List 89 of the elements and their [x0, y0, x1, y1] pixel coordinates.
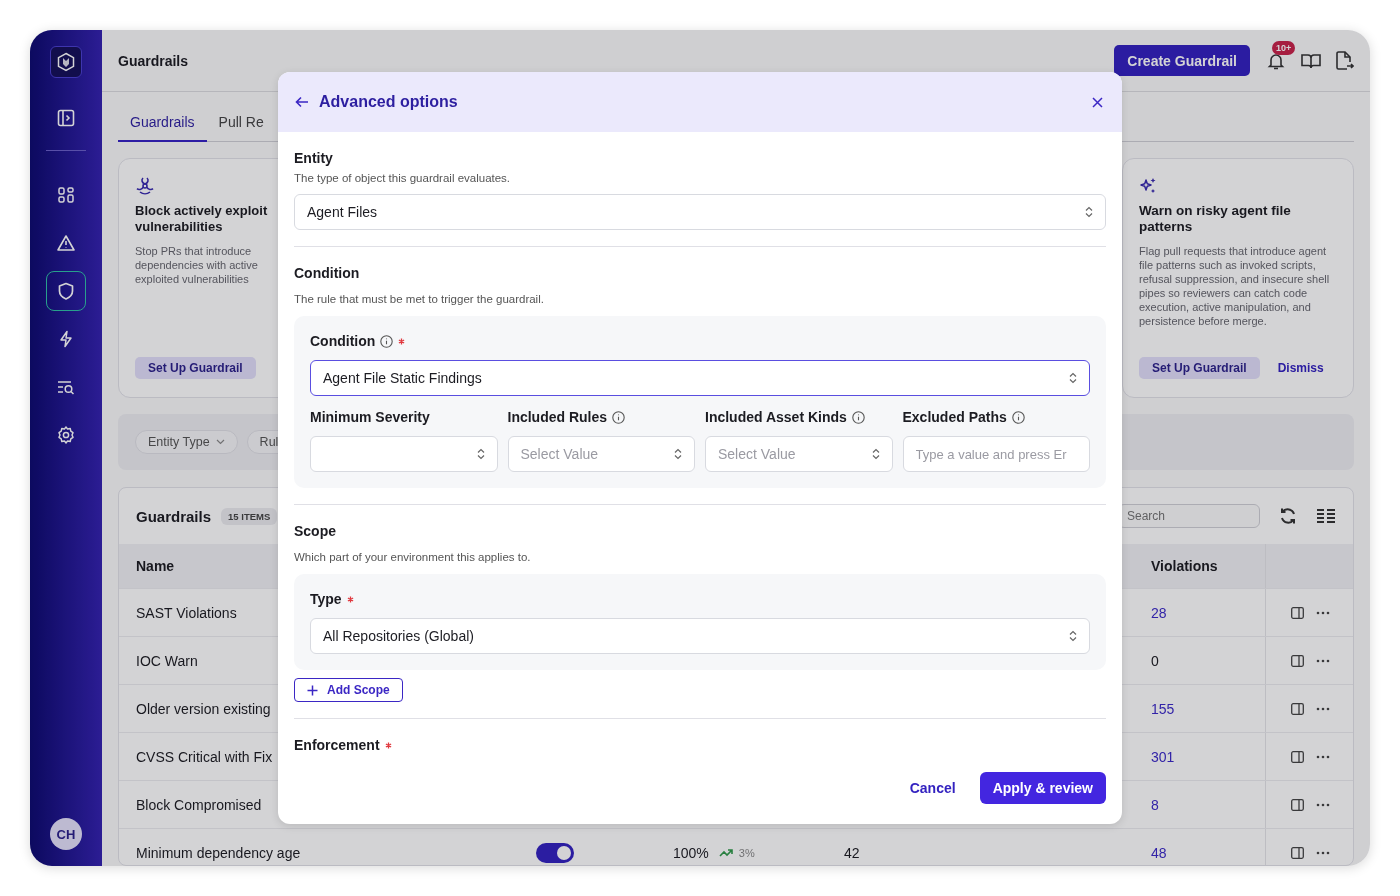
more-icon[interactable] [1316, 754, 1330, 759]
tab[interactable]: Pull Re [206, 104, 276, 142]
section-title: Entity [294, 149, 333, 168]
filter-chip[interactable]: Entity Type [135, 430, 238, 454]
user-avatar[interactable]: CH [50, 818, 82, 850]
section-description: The rule that must be met to trigger the guardrail. [294, 292, 544, 307]
card-description: Stop PRs that introduce dependencies with active exploited vulnerabilities [135, 244, 259, 286]
caret-icon [215, 439, 225, 445]
text-field[interactable]: Type a value and press Er [902, 436, 1090, 472]
side-panel-icon[interactable] [1291, 702, 1304, 715]
logo-icon[interactable] [50, 46, 82, 78]
select-chevron-icon [1069, 372, 1077, 384]
refresh-icon[interactable] [1278, 506, 1298, 526]
table-cell: CVSS Critical with Fix [136, 748, 273, 765]
column-header: Violations [1151, 558, 1218, 574]
info-icon[interactable] [851, 410, 865, 424]
enabled-toggle[interactable] [536, 842, 574, 863]
select-field[interactable] [310, 436, 498, 472]
columns-icon[interactable] [1316, 507, 1336, 525]
violations-link[interactable]: 301 [1151, 748, 1175, 765]
card-title: Warn on risky agent file patterns [1139, 203, 1292, 235]
set-up-guardrail-button[interactable]: Set Up Guardrail [135, 357, 256, 379]
violations-link[interactable]: 28 [1151, 604, 1167, 621]
file-export-icon[interactable] [1334, 49, 1354, 72]
field-label: Included Rules [507, 408, 608, 426]
more-icon[interactable] [1316, 706, 1330, 711]
side-panel-icon[interactable] [1291, 606, 1304, 619]
side-panel-icon[interactable] [1291, 846, 1304, 859]
select-chevron-icon [476, 448, 485, 460]
notification-badge: 10+ [1272, 40, 1296, 55]
table-cell: Block Compromised [136, 796, 262, 813]
info-icon[interactable] [612, 410, 626, 424]
select-chevron-icon [1069, 630, 1077, 642]
cancel-button[interactable]: Cancel [903, 779, 962, 797]
dismiss-link[interactable]: Dismiss [1277, 361, 1324, 375]
create-guardrail-button[interactable]: Create Guardrail [1114, 45, 1250, 76]
more-icon[interactable] [1316, 610, 1330, 615]
section-description: Which part of your environment this applies to. [294, 550, 531, 565]
more-icon[interactable] [1316, 802, 1330, 807]
table-cell: Minimum dependency age [136, 844, 301, 861]
info-icon[interactable] [380, 334, 394, 348]
table-title: Guardrails [136, 507, 212, 525]
column-header: Name [136, 558, 175, 574]
side-panel-icon[interactable] [1291, 654, 1304, 667]
table-cell: SAST Violations [136, 604, 237, 621]
sparkle-icon [1139, 177, 1157, 195]
table-cell: IOC Warn [136, 652, 198, 669]
violations-link[interactable]: 155 [1151, 700, 1175, 717]
info-icon[interactable] [1011, 410, 1025, 424]
section-description: The type of object this guardrail evaluates. [294, 171, 511, 186]
table-cell: 42 [844, 844, 860, 861]
table-cell: Older version existing [136, 700, 271, 717]
side-panel-icon[interactable] [1291, 798, 1304, 811]
section-title: Condition [294, 264, 360, 283]
page-title: Guardrails [118, 52, 189, 69]
violations-link[interactable]: 8 [1151, 796, 1159, 813]
field-label: Type [310, 590, 342, 608]
entity-select[interactable]: Agent Files [294, 194, 1106, 230]
card-title: Block actively exploit vulnerabilities [135, 203, 269, 235]
section-title: Enforcement [294, 736, 380, 755]
table-cell: 100% [673, 844, 709, 861]
field-label: Minimum Severity [310, 408, 430, 426]
item-count: 15 ITEMS [221, 507, 278, 525]
nav-shield-icon[interactable] [46, 271, 86, 311]
select-chevron-icon [1085, 206, 1093, 218]
section-title: Scope [294, 522, 336, 541]
trend-up-icon [718, 847, 733, 858]
more-icon[interactable] [1316, 850, 1330, 855]
card-description: Flag pull requests that introduce agent file patterns such as invoked scripts, refusal suppression, and insecure shell pipes so reviewers can catch code execution, active manipulation, and persistence before merge. [1139, 244, 1331, 328]
select-chevron-icon [871, 448, 880, 460]
trend-value: 3% [738, 846, 755, 859]
dialog-title: Advanced options [319, 93, 458, 111]
select-chevron-icon [674, 448, 682, 460]
field-label: Condition [310, 332, 376, 350]
close-icon[interactable] [1092, 96, 1103, 108]
plus-icon [307, 684, 318, 696]
scope-type-select[interactable]: All Repositories (Global) [310, 618, 1090, 654]
back-arrow-icon[interactable] [295, 96, 309, 108]
add-scope-button[interactable]: Add Scope [294, 678, 403, 702]
more-icon[interactable] [1316, 658, 1330, 663]
table-cell: 0 [1151, 652, 1159, 669]
tab[interactable]: Guardrails [118, 104, 207, 142]
field-label: Included Asset Kinds [705, 408, 847, 426]
side-panel-icon[interactable] [1291, 750, 1304, 763]
set-up-guardrail-button[interactable]: Set Up Guardrail [1139, 357, 1260, 379]
condition-select[interactable]: Agent File Static Findings [310, 360, 1090, 396]
violations-link[interactable]: 48 [1151, 844, 1167, 861]
apply-review-button[interactable]: Apply & review [979, 772, 1106, 804]
field-label: Excluded Paths [902, 408, 1007, 426]
